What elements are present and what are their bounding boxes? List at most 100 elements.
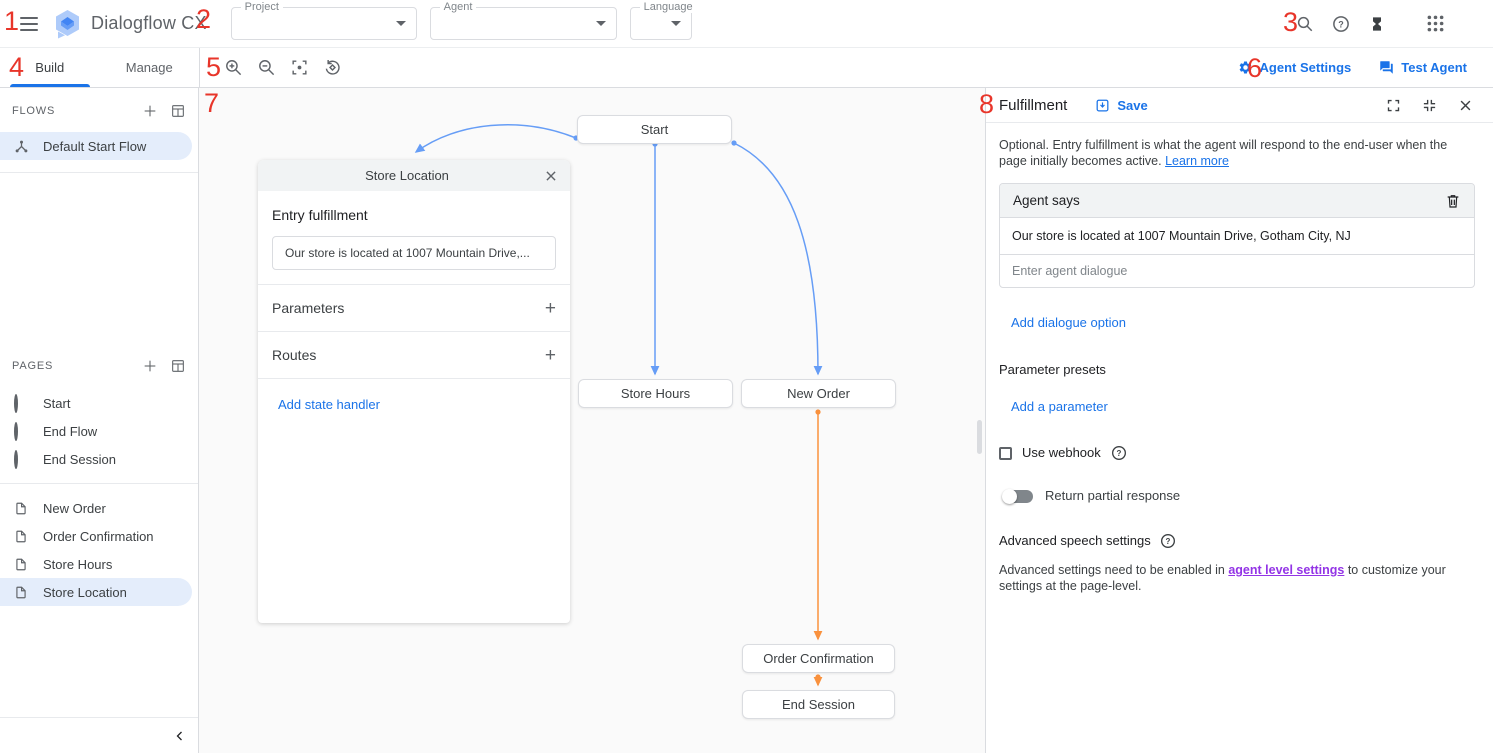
sidebar-item-label: Default Start Flow bbox=[43, 139, 146, 154]
close-icon[interactable] bbox=[544, 169, 558, 183]
add-route-icon[interactable]: + bbox=[545, 346, 556, 365]
app-logo: Dialogflow CX bbox=[54, 9, 207, 39]
annotation-3: 3 bbox=[1283, 9, 1298, 36]
agent-message: Our store is located at 1007 Mountain Dr… bbox=[1012, 228, 1351, 244]
add-a-parameter-link[interactable]: Add a parameter bbox=[1011, 399, 1108, 415]
annotation-8: 8 bbox=[979, 91, 994, 118]
flow-canvas[interactable]: Start Store Hours New Order Order Confir… bbox=[199, 88, 985, 753]
add-dialogue-option-link[interactable]: Add dialogue option bbox=[1011, 315, 1126, 331]
fullscreen-icon[interactable] bbox=[1386, 98, 1401, 113]
agent-level-settings-link[interactable]: agent level settings bbox=[1228, 563, 1344, 577]
flow-icon bbox=[14, 139, 29, 154]
use-webhook-label: Use webhook bbox=[1022, 445, 1101, 461]
canvas-scrollbar[interactable] bbox=[977, 420, 982, 454]
project-select-label: Project bbox=[241, 2, 283, 13]
return-partial-response-toggle[interactable] bbox=[1004, 490, 1033, 503]
hourglass-icon[interactable] bbox=[1367, 14, 1387, 34]
annotation-7: 7 bbox=[204, 90, 219, 117]
flow-toolbar: Build Manage bbox=[0, 48, 1493, 88]
routes-row[interactable]: Routes + bbox=[258, 332, 570, 378]
agent-select-label: Agent bbox=[440, 2, 477, 13]
save-label: Save bbox=[1117, 98, 1147, 113]
sidebar-item-end-session[interactable]: End Session bbox=[0, 445, 198, 473]
sidebar-item-label: Start bbox=[43, 396, 70, 411]
annotation-1: 1 bbox=[4, 8, 19, 35]
zoom-out-icon[interactable] bbox=[257, 58, 276, 77]
reset-view-icon[interactable] bbox=[323, 58, 342, 77]
store-location-page-card: Store Location Entry fulfillment Our sto… bbox=[258, 160, 570, 623]
sidebar-item-new-order[interactable]: New Order bbox=[0, 494, 198, 522]
project-select[interactable]: Project bbox=[231, 7, 417, 40]
svg-text:?: ? bbox=[1338, 19, 1344, 29]
add-page-icon[interactable] bbox=[142, 358, 158, 374]
page-file-icon bbox=[14, 557, 29, 572]
sidebar-item-start[interactable]: Start bbox=[0, 389, 198, 417]
add-parameter-icon[interactable]: + bbox=[545, 299, 556, 318]
close-icon[interactable] bbox=[1458, 98, 1473, 113]
dialogue-input[interactable] bbox=[1012, 256, 1462, 286]
parameter-presets-label: Parameter presets bbox=[999, 362, 1475, 378]
agent-says-card: Agent says Our store is located at 1007 … bbox=[999, 183, 1475, 288]
fullscreen-exit-icon[interactable] bbox=[1422, 98, 1437, 113]
collapse-sidebar-icon[interactable] bbox=[174, 729, 186, 743]
dialogue-input-row bbox=[1000, 254, 1474, 287]
save-button[interactable]: Save bbox=[1095, 98, 1147, 113]
chevron-down-icon bbox=[596, 21, 606, 26]
help-icon[interactable]: ? bbox=[1160, 533, 1176, 549]
parameters-row[interactable]: Parameters + bbox=[258, 285, 570, 331]
center-focus-icon[interactable] bbox=[290, 58, 309, 77]
node-end-session[interactable]: End Session bbox=[742, 690, 895, 719]
sidebar-item-store-hours[interactable]: Store Hours bbox=[0, 550, 198, 578]
node-store-hours[interactable]: Store Hours bbox=[578, 379, 733, 408]
delete-icon[interactable] bbox=[1445, 193, 1461, 209]
add-flow-icon[interactable] bbox=[142, 103, 158, 119]
return-partial-response-row: Return partial response bbox=[999, 488, 1475, 504]
zoom-in-icon[interactable] bbox=[224, 58, 243, 77]
add-state-handler-link[interactable]: Add state handler bbox=[278, 397, 380, 412]
sidebar-item-order-confirmation[interactable]: Order Confirmation bbox=[0, 522, 198, 550]
return-partial-response-label: Return partial response bbox=[1045, 488, 1180, 504]
sidebar-item-end-flow[interactable]: End Flow bbox=[0, 417, 198, 445]
use-webhook-checkbox[interactable] bbox=[999, 447, 1012, 460]
advanced-note-pre: Advanced settings need to be enabled in bbox=[999, 563, 1228, 577]
parameters-label: Parameters bbox=[272, 300, 344, 316]
save-icon bbox=[1095, 98, 1110, 113]
pages-list-view-icon[interactable] bbox=[170, 358, 186, 374]
pages-header: PAGES bbox=[12, 360, 53, 372]
learn-more-link[interactable]: Learn more bbox=[1165, 154, 1229, 168]
flows-list-view-icon[interactable] bbox=[170, 103, 186, 119]
flows-header: FLOWS bbox=[12, 105, 55, 117]
fulfillment-panel-header: Fulfillment Save bbox=[986, 88, 1493, 122]
test-agent-button[interactable]: Test Agent bbox=[1379, 60, 1467, 75]
node-order-confirmation[interactable]: Order Confirmation bbox=[742, 644, 895, 673]
routes-label: Routes bbox=[272, 347, 316, 363]
sidebar-item-label: Store Location bbox=[43, 585, 127, 600]
entry-fulfillment-input[interactable]: Our store is located at 1007 Mountain Dr… bbox=[272, 236, 556, 270]
page-file-icon bbox=[14, 585, 29, 600]
menu-icon[interactable] bbox=[20, 17, 38, 31]
sidebar-item-store-location[interactable]: Store Location bbox=[0, 578, 192, 606]
sidebar-item-label: End Session bbox=[43, 452, 116, 467]
tab-manage[interactable]: Manage bbox=[100, 48, 200, 87]
sidebar-item-label: Store Hours bbox=[43, 557, 112, 572]
language-select[interactable]: Language bbox=[630, 7, 692, 40]
entry-fulfillment-label: Entry fulfillment bbox=[258, 191, 570, 223]
sidebar-item-default-start-flow[interactable]: Default Start Flow bbox=[0, 132, 192, 160]
apps-grid-icon[interactable] bbox=[1425, 14, 1445, 34]
sidebar-item-label: New Order bbox=[43, 501, 106, 516]
node-start[interactable]: Start bbox=[577, 115, 732, 144]
agent-select[interactable]: Agent bbox=[430, 7, 617, 40]
agent-message-row[interactable]: Our store is located at 1007 Mountain Dr… bbox=[1000, 217, 1474, 254]
chevron-down-icon bbox=[671, 21, 681, 26]
language-select-label: Language bbox=[640, 2, 697, 13]
page-card-header[interactable]: Store Location bbox=[258, 160, 570, 191]
node-new-order[interactable]: New Order bbox=[741, 379, 896, 408]
app-title: Dialogflow CX bbox=[91, 13, 207, 34]
advanced-settings-note: Advanced settings need to be enabled in … bbox=[999, 562, 1475, 594]
use-webhook-row: Use webhook ? bbox=[999, 445, 1475, 461]
help-icon[interactable]: ? bbox=[1331, 14, 1351, 34]
chevron-down-icon bbox=[396, 21, 406, 26]
help-icon[interactable]: ? bbox=[1111, 445, 1127, 461]
annotation-5: 5 bbox=[206, 54, 221, 81]
advanced-speech-settings-row: Advanced speech settings ? bbox=[999, 533, 1475, 549]
